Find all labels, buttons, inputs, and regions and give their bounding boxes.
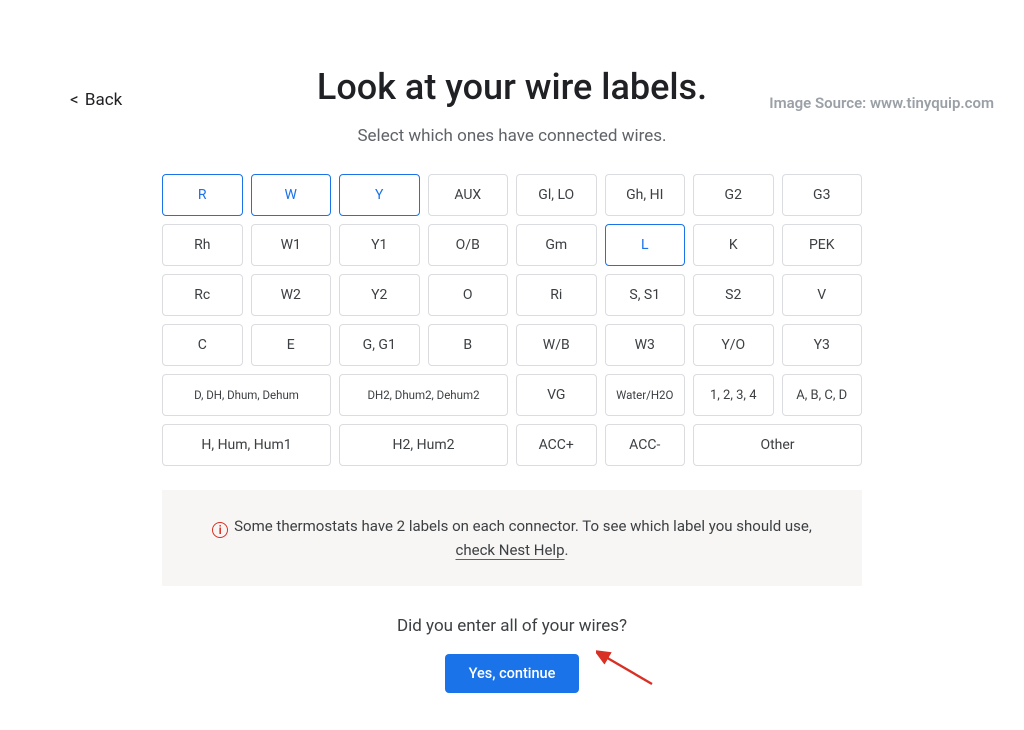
wire-button-GG1[interactable]: G, G1 xyxy=(339,324,420,366)
page-subtitle: Select which ones have connected wires. xyxy=(0,126,1024,146)
continue-button[interactable]: Yes, continue xyxy=(445,654,580,693)
chevron-left-icon: < xyxy=(70,90,79,110)
wire-button-C[interactable]: C xyxy=(162,324,243,366)
wire-button-S2[interactable]: S2 xyxy=(693,274,774,316)
wire-button-G3[interactable]: G3 xyxy=(782,174,863,216)
wire-button-V[interactable]: V xyxy=(782,274,863,316)
info-banner: i Some thermostats have 2 labels on each … xyxy=(162,490,862,586)
wire-button-VG[interactable]: VG xyxy=(516,374,597,416)
wire-button-O[interactable]: O xyxy=(428,274,509,316)
wire-button-Other[interactable]: Other xyxy=(693,424,862,466)
back-button[interactable]: < Back xyxy=(70,90,122,110)
wire-button-H-Hum1[interactable]: H, Hum, Hum1 xyxy=(162,424,331,466)
wire-button-W2[interactable]: W2 xyxy=(251,274,332,316)
wire-button-Y[interactable]: Y xyxy=(339,174,420,216)
wire-button-ABCD[interactable]: A, B, C, D xyxy=(782,374,863,416)
wire-button-W3[interactable]: W3 xyxy=(605,324,686,366)
info-text-after: . xyxy=(565,541,569,559)
wire-button-Y3[interactable]: Y3 xyxy=(782,324,863,366)
source-attribution: Image Source: www.tinyquip.com xyxy=(769,94,994,112)
wire-button-PEK[interactable]: PEK xyxy=(782,224,863,266)
wire-button-WB[interactable]: W/B xyxy=(516,324,597,366)
wire-button-W1[interactable]: W1 xyxy=(251,224,332,266)
wire-button-B[interactable]: B xyxy=(428,324,509,366)
wire-button-ACCplus[interactable]: ACC+ xyxy=(516,424,597,466)
wire-button-E[interactable]: E xyxy=(251,324,332,366)
wire-button-DH2-Dehum2[interactable]: DH2, Dhum2, Dehum2 xyxy=(339,374,508,416)
info-icon: i xyxy=(212,522,228,538)
wire-button-1234[interactable]: 1, 2, 3, 4 xyxy=(693,374,774,416)
wire-button-W[interactable]: W xyxy=(251,174,332,216)
confirm-prompt: Did you enter all of your wires? xyxy=(0,616,1024,636)
wire-button-OB[interactable]: O/B xyxy=(428,224,509,266)
wire-button-Rc[interactable]: Rc xyxy=(162,274,243,316)
wire-button-Ri[interactable]: Ri xyxy=(516,274,597,316)
wire-button-AUX[interactable]: AUX xyxy=(428,174,509,216)
wire-button-D-Dehum[interactable]: D, DH, Dhum, Dehum xyxy=(162,374,331,416)
wire-grid: R W Y AUX Gl, LO Gh, HI G2 G3 Rh W1 Y1 O… xyxy=(162,174,862,466)
info-text: Some thermostats have 2 labels on each c… xyxy=(234,517,812,535)
wire-button-YO[interactable]: Y/O xyxy=(693,324,774,366)
wire-button-L[interactable]: L xyxy=(605,224,686,266)
wire-button-K[interactable]: K xyxy=(693,224,774,266)
wire-button-H2-Hum2[interactable]: H2, Hum2 xyxy=(339,424,508,466)
wire-button-GhHI[interactable]: Gh, HI xyxy=(605,174,686,216)
wire-button-Y2[interactable]: Y2 xyxy=(339,274,420,316)
annotation-arrow-icon xyxy=(596,648,656,688)
wire-button-R[interactable]: R xyxy=(162,174,243,216)
back-label: Back xyxy=(85,90,122,110)
wire-button-G2[interactable]: G2 xyxy=(693,174,774,216)
wire-button-Gm[interactable]: Gm xyxy=(516,224,597,266)
wire-button-Rh[interactable]: Rh xyxy=(162,224,243,266)
wire-button-SS1[interactable]: S, S1 xyxy=(605,274,686,316)
info-link[interactable]: check Nest Help xyxy=(456,541,565,559)
wire-button-ACCminus[interactable]: ACC- xyxy=(605,424,686,466)
wire-button-WaterH2O[interactable]: Water/H2O xyxy=(605,374,686,416)
wire-button-Y1[interactable]: Y1 xyxy=(339,224,420,266)
wire-button-GlLO[interactable]: Gl, LO xyxy=(516,174,597,216)
